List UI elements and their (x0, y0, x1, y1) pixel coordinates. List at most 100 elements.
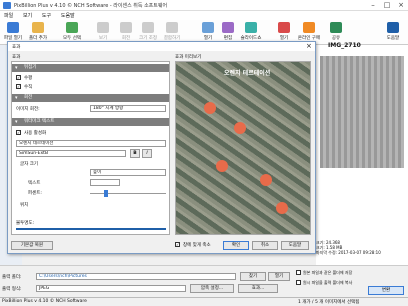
fit-window-checkbox[interactable]: ✓ (175, 242, 180, 247)
font-select[interactable]: SimSun-ExtB (16, 150, 126, 157)
dialog-title: 효과 (12, 45, 21, 50)
open-button[interactable]: 열기 (198, 22, 218, 43)
image-details: 크기: 24.368 크기: 1.58 MB 마지막 수정: 2017-03-0… (316, 240, 408, 255)
size-text-label: 텍스트 (28, 181, 41, 186)
opacity-slider[interactable] (16, 228, 166, 230)
watermark-enable-label: 사용 활성화 (24, 131, 47, 136)
status-bar: PixBillion Plus v 4.10 © NCH Software 1 … (0, 297, 408, 306)
flip-vertical-label: 수직 (24, 85, 33, 90)
percent-label: 퍼센트: (28, 191, 42, 196)
share-button[interactable]: 공유 (326, 22, 346, 43)
edit-icon (222, 22, 234, 33)
compression-settings-button[interactable]: 압축 설정... (190, 284, 234, 293)
output-panel: 출력 폴더: C:\Users\nch\Pictures 찾기 열기 출력 형식… (0, 265, 408, 297)
effects-button[interactable]: 효과... (238, 284, 278, 293)
section-rotate[interactable]: ▾ 회전 (12, 94, 169, 102)
same-folder-checkbox[interactable] (296, 270, 301, 275)
output-format-label: 출력 형식: (2, 287, 22, 292)
combine-icon (166, 22, 178, 33)
share-icon (330, 22, 342, 33)
orange-fruit (260, 174, 272, 186)
effects-list-header: 효과 (12, 55, 21, 60)
preview-header: 효과 미리보기 (175, 55, 202, 60)
opacity-label: 불투명도: (16, 221, 35, 226)
slideshow-icon (245, 22, 257, 33)
menu-file[interactable]: 파일 (0, 11, 17, 20)
percent-slider-handle[interactable] (104, 190, 108, 197)
copy-raw-checkbox[interactable] (296, 280, 301, 285)
menu-bar: 파일 보기 도구 도움말 (0, 11, 408, 20)
convert-button[interactable]: 변환 (368, 286, 404, 295)
window-title: PixBillion Plus v 4.10 © NCH Software - … (14, 3, 168, 9)
output-folder-label: 출력 폴더: (2, 275, 22, 280)
help-icon (387, 22, 399, 33)
preview-image: 오렌지 테르테이션 (175, 61, 311, 235)
combine-button[interactable]: 결합하기 (160, 22, 184, 43)
open2-button[interactable]: 열기 (274, 22, 294, 43)
watermark-enable-checkbox[interactable]: ✓ (16, 130, 21, 135)
title-bar: PixBillion Plus v 4.10 © NCH Software - … (0, 0, 408, 11)
browse-button[interactable]: 찾기 (240, 272, 266, 281)
buy-online-button[interactable]: 온라인 구매 (294, 22, 324, 43)
flip-vertical-checkbox[interactable]: ✓ (16, 84, 21, 89)
percent-slider[interactable] (90, 193, 166, 194)
open-file-button[interactable]: 파일 열기 (2, 22, 24, 43)
edit-button[interactable]: 편집 (218, 22, 238, 43)
collapse-icon: ▾ (15, 95, 18, 101)
flip-horizontal-checkbox[interactable]: ✓ (16, 75, 21, 80)
fit-window-label: 창에 맞게 축소 (183, 243, 211, 248)
open-folder-button[interactable]: 열기 (268, 272, 290, 281)
dialog-title-bar: 효과 × (8, 42, 315, 51)
dialog-help-button[interactable]: 도움말 (281, 241, 309, 250)
add-folder-button[interactable]: 폴더 추가 (27, 22, 49, 43)
menu-tools[interactable]: 도구 (38, 11, 55, 20)
collapse-icon: ▾ (15, 119, 18, 125)
preview-watermark-text: 오렌지 테르테이션 (224, 70, 271, 77)
copy-raw-label: 원시 파일을 출력 폴더에 복사 (303, 280, 353, 285)
font-size-label: 글자 크기 (20, 162, 38, 167)
effects-dialog: 효과 × 효과 효과 미리보기 ▾ 뒤집기 ✓ 수평 ✓ 수직 ▾ 회전 이미지 회… (7, 41, 316, 254)
dialog-close-icon[interactable]: × (306, 42, 312, 50)
size-value-input[interactable] (90, 179, 120, 186)
rotate-select[interactable]: 180° 시계 방향 (90, 105, 166, 112)
open-icon (202, 22, 214, 33)
orange-fruit (204, 102, 216, 114)
open-file-icon (7, 22, 19, 33)
image-date: 마지막 수정: 2017-03-07 09:28:10 (316, 250, 381, 255)
view-icon (97, 22, 109, 33)
slideshow-button[interactable]: 슬라이드쇼 (238, 22, 264, 43)
orange-fruit (276, 202, 288, 214)
maximize-icon[interactable]: □ (380, 1, 394, 10)
cart-icon (303, 22, 315, 33)
status-right: 1 개가 / 5 개 이미지에서 선택됨 (298, 300, 360, 305)
orange-fruit (216, 160, 228, 172)
close-icon[interactable]: × (394, 1, 408, 10)
effects-list[interactable]: ▾ 뒤집기 ✓ 수평 ✓ 수직 ▾ 회전 이미지 회전: 180° 시계 방향 ▾ 워… (11, 61, 170, 235)
position-label: 위치 (20, 203, 29, 208)
reset-defaults-button[interactable]: 기본값 복원 (11, 241, 53, 250)
output-format-select[interactable]: JPEG (36, 285, 186, 292)
rotate-button[interactable]: 회전 (116, 22, 136, 43)
view-button[interactable]: 보기 (93, 22, 113, 43)
collapse-icon: ▾ (15, 65, 18, 71)
bold-button[interactable]: B (130, 149, 140, 158)
section-flip[interactable]: ▾ 뒤집기 (12, 64, 169, 72)
output-folder-input[interactable]: C:\Users\nch\Pictures (36, 273, 236, 280)
watermark-text-input[interactable]: 오렌지 테르테이션 (16, 140, 166, 147)
italic-button[interactable]: I (142, 149, 152, 158)
select-all-button[interactable]: 모두 선택 (60, 22, 84, 43)
image-thumbnail[interactable] (320, 56, 404, 168)
resize-button[interactable]: 크기 조정 (136, 22, 160, 43)
folder-icon (32, 22, 44, 33)
section-watermark[interactable]: ▾ 워터마크 텍스트 (12, 118, 169, 126)
open2-icon (278, 22, 290, 33)
menu-help[interactable]: 도움말 (57, 11, 79, 20)
resize-icon (142, 22, 154, 33)
ok-button[interactable]: 확인 (223, 241, 249, 250)
help-button[interactable]: 도움말 (382, 22, 404, 43)
menu-view[interactable]: 보기 (19, 11, 36, 20)
minimize-icon[interactable]: – (366, 1, 380, 10)
rotate-icon (120, 22, 132, 33)
size-mode-select[interactable]: 높이 (90, 169, 166, 176)
cancel-button[interactable]: 취소 (252, 241, 278, 250)
